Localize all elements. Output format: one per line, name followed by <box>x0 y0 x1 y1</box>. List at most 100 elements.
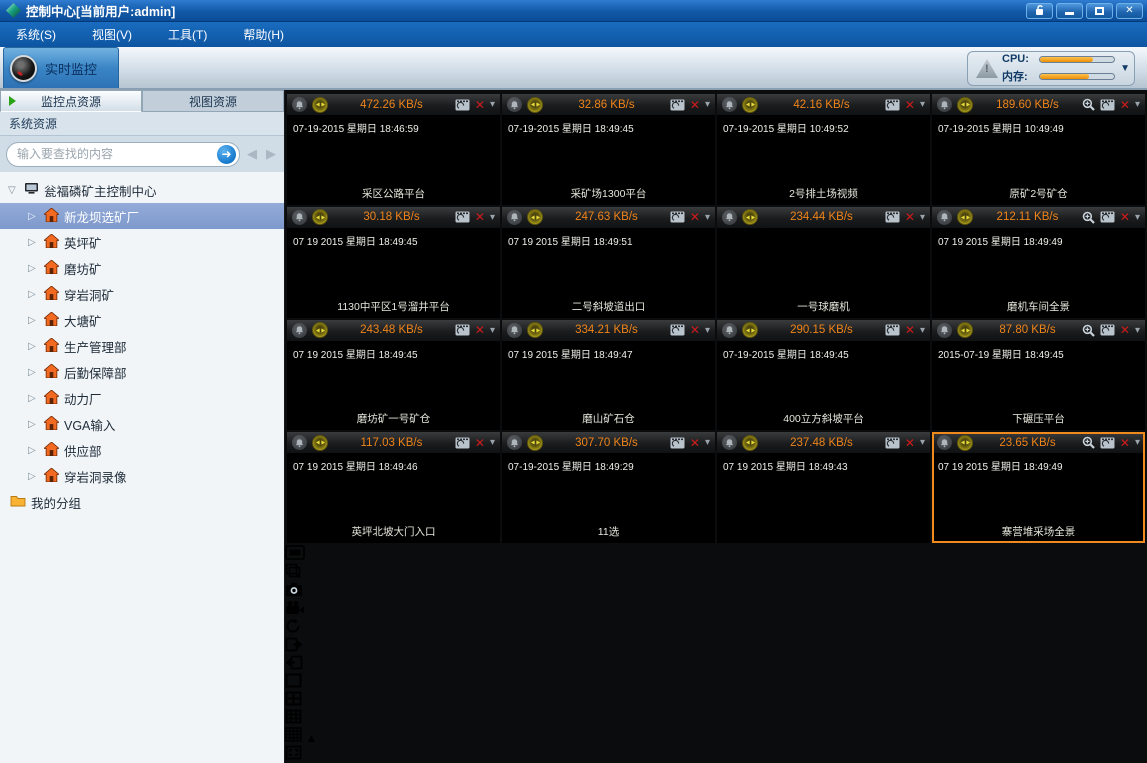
expand-arrow-icon[interactable]: ▷ <box>28 211 39 222</box>
dropdown-caret-icon[interactable]: ▾ <box>1135 325 1140 336</box>
tree-item-6[interactable]: ▷后勤保障部 <box>0 359 284 385</box>
video-feed[interactable]: 07 19 2015 星期日 18:49:43 <box>717 454 930 543</box>
video-cell-1[interactable]: 32.86 KB/s✕▾07-19-2015 星期日 18:49:45采矿场13… <box>502 94 715 205</box>
ptz-control-icon[interactable] <box>957 209 973 225</box>
close-video-icon[interactable]: ✕ <box>1120 210 1130 224</box>
alarm-bell-icon[interactable] <box>937 323 952 338</box>
dropdown-caret-icon[interactable]: ▾ <box>490 212 495 223</box>
video-cell-6[interactable]: 234.44 KB/s✕▾一号球磨机 <box>717 207 930 318</box>
tab-view-resources[interactable]: 视图资源 <box>142 90 284 112</box>
video-cell-9[interactable]: 334.21 KB/s✕▾07 19 2015 星期日 18:49:47磨山矿石… <box>502 320 715 431</box>
video-cell-3[interactable]: 189.60 KB/s✕▾07-19-2015 星期日 10:49:49原矿2号… <box>932 94 1145 205</box>
alarm-bell-icon[interactable] <box>292 210 307 225</box>
alarm-bell-icon[interactable] <box>722 210 737 225</box>
dropdown-caret-icon[interactable]: ▾ <box>1135 212 1140 223</box>
tree-item-5[interactable]: ▷生产管理部 <box>0 333 284 359</box>
video-feed[interactable]: 07 19 2015 星期日 18:49:451130中平区1号溜井平台 <box>287 229 500 318</box>
close-video-icon[interactable]: ✕ <box>475 436 485 450</box>
ptz-control-icon[interactable] <box>312 97 328 113</box>
tree-item-8[interactable]: ▷VGA输入 <box>0 411 284 437</box>
tree-item-3[interactable]: ▷穿岩洞矿 <box>0 281 284 307</box>
video-feed[interactable]: 07 19 2015 星期日 18:49:47磨山矿石仓 <box>502 342 715 431</box>
tree-item-1[interactable]: ▷英坪矿 <box>0 229 284 255</box>
close-button[interactable]: ✕ <box>1116 3 1143 19</box>
maximize-button[interactable] <box>1086 3 1113 19</box>
ptz-control-icon[interactable] <box>527 209 543 225</box>
digital-zoom-icon[interactable] <box>1082 211 1095 224</box>
record-icon[interactable] <box>670 211 685 223</box>
digital-zoom-icon[interactable] <box>1082 324 1095 337</box>
tree-item-my-groups[interactable]: 我的分组 <box>0 489 284 515</box>
layout-4-button[interactable] <box>285 691 1147 709</box>
video-feed[interactable]: 07 19 2015 星期日 18:49:49磨机车间全景 <box>932 229 1145 318</box>
expand-arrow-icon[interactable]: ▷ <box>28 471 39 482</box>
close-video-icon[interactable]: ✕ <box>475 210 485 224</box>
record-icon[interactable] <box>1100 211 1115 223</box>
record-icon[interactable] <box>455 437 470 449</box>
record-icon[interactable] <box>670 324 685 336</box>
record-icon[interactable] <box>885 437 900 449</box>
record-icon[interactable] <box>885 211 900 223</box>
dropdown-caret-icon[interactable]: ▾ <box>705 437 710 448</box>
close-video-icon[interactable]: ✕ <box>1120 436 1130 450</box>
record-icon[interactable] <box>455 324 470 336</box>
close-video-icon[interactable]: ✕ <box>690 436 700 450</box>
alarm-bell-icon[interactable] <box>722 97 737 112</box>
record-icon[interactable] <box>455 211 470 223</box>
expand-arrow-icon[interactable]: ▷ <box>28 393 39 404</box>
expand-arrow-icon[interactable]: ▷ <box>28 315 39 326</box>
prev-result-icon[interactable]: ◀ <box>245 146 259 162</box>
video-cell-2[interactable]: 42.16 KB/s✕▾07-19-2015 星期日 10:49:522号排土场… <box>717 94 930 205</box>
video-cell-8[interactable]: 243.48 KB/s✕▾07 19 2015 星期日 18:49:45磨坊矿一… <box>287 320 500 431</box>
video-feed[interactable]: 07-19-2015 星期日 18:49:2911选 <box>502 454 715 543</box>
dropdown-caret-icon[interactable]: ▾ <box>490 437 495 448</box>
dropdown-caret-icon[interactable]: ▾ <box>705 212 710 223</box>
alarm-bell-icon[interactable] <box>292 435 307 450</box>
ptz-control-icon[interactable] <box>312 209 328 225</box>
alarm-bell-icon[interactable] <box>722 435 737 450</box>
ptz-control-icon[interactable] <box>527 435 543 451</box>
snapshot-button[interactable] <box>285 582 1147 600</box>
tree-root[interactable]: ▽ 瓮福磷矿主控制中心 <box>0 177 284 203</box>
dropdown-caret-icon[interactable]: ▾ <box>705 325 710 336</box>
expand-arrow-icon[interactable]: ▷ <box>28 263 39 274</box>
video-feed[interactable]: 07 19 2015 星期日 18:49:49寨营堆采场全景 <box>932 454 1145 543</box>
close-video-icon[interactable]: ✕ <box>905 436 915 450</box>
record-icon[interactable] <box>670 437 685 449</box>
close-video-icon[interactable]: ✕ <box>475 323 485 337</box>
dropdown-caret-icon[interactable]: ▾ <box>920 99 925 110</box>
tree-item-9[interactable]: ▷供应部 <box>0 437 284 463</box>
screen-mode-button[interactable] <box>285 545 1147 563</box>
record-icon[interactable] <box>1100 99 1115 111</box>
tree-item-0[interactable]: ▷新龙坝选矿厂 <box>0 203 284 229</box>
close-all-videos-button[interactable] <box>285 563 1147 582</box>
close-video-icon[interactable]: ✕ <box>905 323 915 337</box>
ptz-control-icon[interactable] <box>957 97 973 113</box>
video-cell-14[interactable]: 237.48 KB/s✕▾07 19 2015 星期日 18:49:43 <box>717 432 930 543</box>
alarm-bell-icon[interactable] <box>722 323 737 338</box>
layout-1-button[interactable] <box>285 673 1147 691</box>
menu-system[interactable]: 系统(S) <box>16 26 56 43</box>
ptz-control-icon[interactable] <box>742 97 758 113</box>
digital-zoom-icon[interactable] <box>1082 98 1095 111</box>
next-result-icon[interactable]: ▶ <box>264 146 278 162</box>
alarm-bell-icon[interactable] <box>507 323 522 338</box>
fullscreen-button[interactable] <box>285 745 1147 763</box>
dropdown-caret-icon[interactable]: ▾ <box>490 325 495 336</box>
close-video-icon[interactable]: ✕ <box>690 210 700 224</box>
dropdown-caret-icon[interactable]: ▾ <box>1135 437 1140 448</box>
record-icon[interactable] <box>1100 437 1115 449</box>
search-input[interactable] <box>17 147 217 161</box>
ptz-control-icon[interactable] <box>527 97 543 113</box>
video-feed[interactable]: 07-19-2015 星期日 10:49:49原矿2号矿仓 <box>932 116 1145 205</box>
video-feed[interactable]: 07 19 2015 星期日 18:49:45磨坊矿一号矿仓 <box>287 342 500 431</box>
ptz-control-icon[interactable] <box>742 209 758 225</box>
close-video-icon[interactable]: ✕ <box>905 98 915 112</box>
tree-item-4[interactable]: ▷大塘矿 <box>0 307 284 333</box>
record-icon[interactable] <box>670 99 685 111</box>
alarm-bell-icon[interactable] <box>937 435 952 450</box>
alarm-bell-icon[interactable] <box>292 97 307 112</box>
alarm-bell-icon[interactable] <box>292 323 307 338</box>
expand-arrow-icon[interactable]: ▷ <box>28 237 39 248</box>
video-cell-13[interactable]: 307.70 KB/s✕▾07-19-2015 星期日 18:49:2911选 <box>502 432 715 543</box>
